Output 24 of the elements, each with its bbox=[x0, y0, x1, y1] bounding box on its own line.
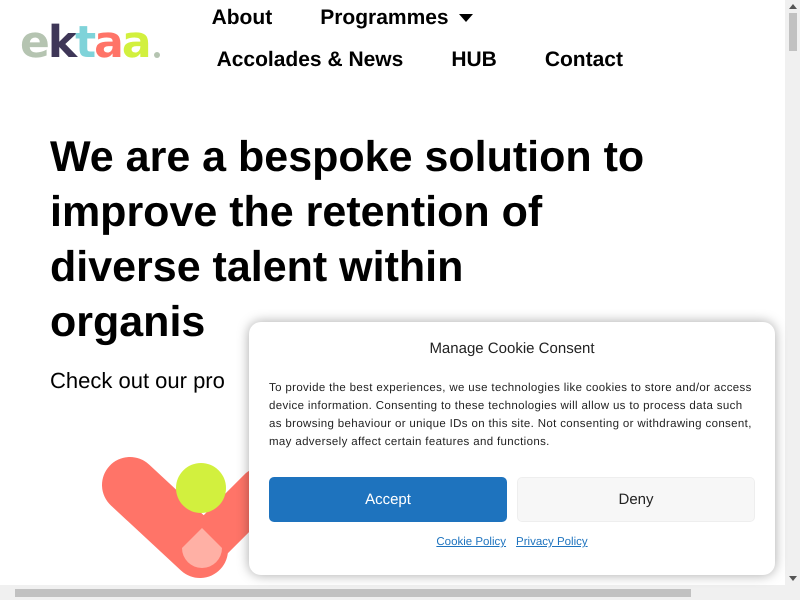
scroll-up-icon[interactable] bbox=[788, 4, 796, 9]
vertical-scrollbar[interactable] bbox=[785, 0, 800, 585]
policy-link[interactable]: Cookie Policy bbox=[436, 536, 506, 548]
caret-icon bbox=[458, 14, 473, 22]
scroll-down-icon[interactable] bbox=[788, 576, 796, 581]
policy-link[interactable]: Privacy Policy bbox=[516, 536, 588, 548]
heading-line: diverse talent within bbox=[50, 242, 464, 293]
nav-link[interactable]: About bbox=[212, 4, 272, 32]
heading-line: organis bbox=[50, 297, 206, 348]
dialog-message: To provide the best experiences, we use technologies like cookies to store and/or access device information. Consenting to these technologies will allow us to process data such as browsing behaviour or unique IDs on this site. Not consenting or withdrawing consent, may adversely affect certain features and functions. bbox=[269, 381, 753, 450]
scroll-thumb[interactable] bbox=[15, 589, 691, 597]
heading-line: improve the retention of bbox=[50, 187, 542, 238]
nav-link[interactable]: HUB bbox=[451, 46, 497, 74]
deny-button[interactable]: Deny bbox=[517, 477, 755, 522]
accept-button[interactable]: Accept bbox=[269, 477, 507, 522]
dialog-title: Manage Cookie Consent bbox=[428, 340, 596, 357]
hero-subtitle: Check out our pro bbox=[50, 368, 225, 394]
nav-link[interactable]: Programmes bbox=[320, 4, 473, 32]
heading-line: We are a bespoke solution to bbox=[50, 132, 644, 183]
nav-link[interactable]: Accolades & News bbox=[216, 46, 404, 74]
horizontal-scrollbar[interactable] bbox=[0, 585, 800, 600]
scroll-thumb[interactable] bbox=[788, 13, 796, 51]
nav-link[interactable]: Contact bbox=[544, 46, 623, 74]
ektaa-logo[interactable]: ektaa bbox=[20, 12, 160, 68]
